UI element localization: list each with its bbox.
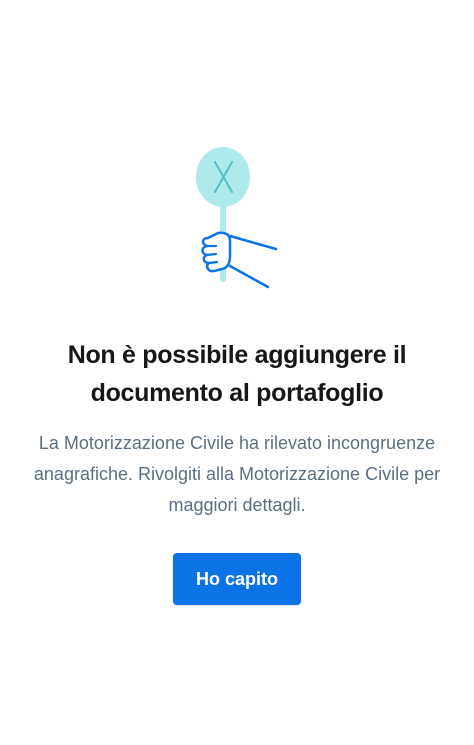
ho-capito-button[interactable]: Ho capito [173,553,301,605]
error-description: La Motorizzazione Civile ha rilevato inc… [33,433,441,515]
error-title: Non è possibile aggiungere il documento … [67,341,407,407]
hand-holding-rejected-sign-icon [186,142,286,292]
error-screen: Non è possibile aggiungere il documento … [0,0,474,745]
